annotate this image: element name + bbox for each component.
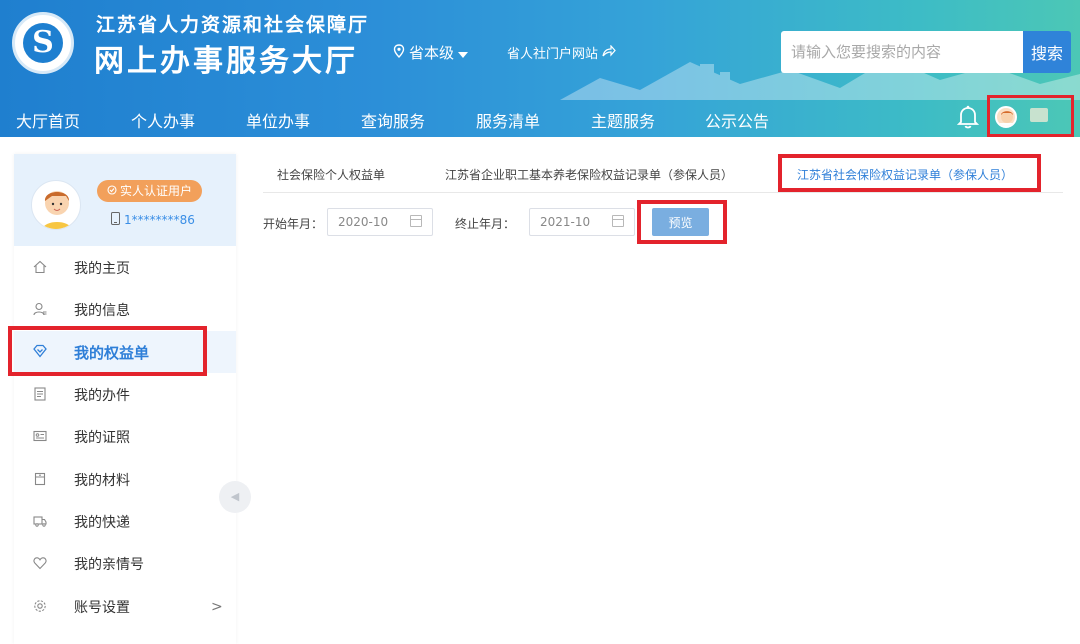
sidebar-item-home[interactable]: 我的主页 [14,247,236,289]
share-arrow-icon [602,43,616,61]
gear-icon [32,599,48,615]
nav-item-query[interactable]: 查询服务 [361,108,425,132]
start-date-picker[interactable]: 2020-10 [327,208,433,236]
sidebar-item-settings[interactable]: 账号设置 > [14,586,236,628]
hrss-logo[interactable]: S [12,12,74,74]
chevron-right-icon: > [211,599,223,615]
calendar-icon [410,215,422,227]
end-date-label: 终止年月： [455,217,516,231]
sidebar-item-label: 我的办件 [74,388,130,404]
truck-icon [32,514,48,530]
caret-left-icon: ◀ [230,490,240,503]
org-name: 江苏省人力资源和社会保障厅 [96,14,370,36]
verified-badge: 实人认证用户 [97,180,203,202]
site-title: 网上办事服务大厅 [94,44,358,79]
sidebar-item-label: 账号设置 [74,600,130,616]
portal-link-label: 省人社门户网站 [507,47,599,62]
end-date-picker[interactable]: 2021-10 [529,208,635,236]
home-icon [32,260,48,276]
folder-icon [32,472,48,488]
user-avatar [995,106,1017,128]
user-icon [32,302,48,318]
start-date-label: 开始年月： [263,217,324,231]
calendar-icon [612,215,624,227]
nav-item-personal[interactable]: 个人办事 [131,108,195,132]
user-profile-card: 实人认证用户 1********86 [14,154,236,246]
sidebar-item-label: 我的快递 [74,515,130,531]
sidebar-item-label: 我的证照 [74,430,130,446]
tab-personal-rights[interactable]: 社会保险个人权益单 [277,166,385,183]
sidebar-item-label: 我的材料 [74,473,130,489]
caret-down-icon [458,44,469,62]
tab-active-highlight [778,154,1041,192]
top-banner: S 江苏省人力资源和社会保障厅 网上办事服务大厅 省本级 省人社门户网站 搜索 … [0,0,1080,137]
phone-number: 1********86 [124,213,195,227]
collapse-sidebar-button[interactable]: ◀ [219,481,251,513]
region-selector[interactable]: 省本级 [393,42,469,63]
end-date-value: 2021-10 [540,215,591,229]
sidebar-active-highlight [8,326,207,376]
sidebar-item-materials[interactable]: 我的材料 [14,459,236,501]
nav-item-service-list[interactable]: 服务清单 [476,108,540,132]
user-phone: 1********86 [111,212,195,228]
tab-pension-record[interactable]: 江苏省企业职工基本养老保险权益记录单（参保人员） [445,166,733,183]
portal-link[interactable]: 省人社门户网站 [507,43,616,62]
avatar [31,180,81,230]
sidebar-item-express[interactable]: 我的快递 [14,501,236,543]
user-name-blurred [1030,108,1048,122]
region-label: 省本级 [409,44,455,62]
start-date-value: 2020-10 [338,215,389,229]
sidebar-item-cases[interactable]: 我的办件 [14,374,236,416]
sidebar-item-label: 我的主页 [74,261,130,277]
nav-item-notice[interactable]: 公示公告 [705,108,769,132]
user-menu-highlight[interactable] [987,95,1074,137]
bell-icon[interactable] [956,104,980,130]
sidebar-item-label: 我的信息 [74,303,130,319]
tabs-divider [263,192,1063,193]
phone-icon [111,212,120,228]
location-pin-icon [393,43,405,62]
id-card-icon [32,429,48,445]
sidebar-item-family[interactable]: 我的亲情号 [14,543,236,585]
verified-label: 实人认证用户 [120,184,193,198]
sidebar: 实人认证用户 1********86 我的主页 我的信息 我的权益单 我的办件 [14,154,236,644]
nav-item-company[interactable]: 单位办事 [246,108,310,132]
preview-button-highlight [637,200,727,244]
sidebar-item-info[interactable]: 我的信息 [14,289,236,331]
sidebar-item-licenses[interactable]: 我的证照 [14,416,236,458]
sidebar-item-label: 我的亲情号 [74,557,144,573]
nav-item-topic[interactable]: 主题服务 [591,108,655,132]
nav-item-home[interactable]: 大厅首页 [16,108,80,132]
search-button[interactable]: 搜索 [1023,31,1071,73]
document-icon [32,387,48,403]
logo-letter: S [32,25,54,60]
verified-icon [107,180,117,202]
heart-icon [32,556,48,572]
search-input[interactable] [781,31,1023,73]
